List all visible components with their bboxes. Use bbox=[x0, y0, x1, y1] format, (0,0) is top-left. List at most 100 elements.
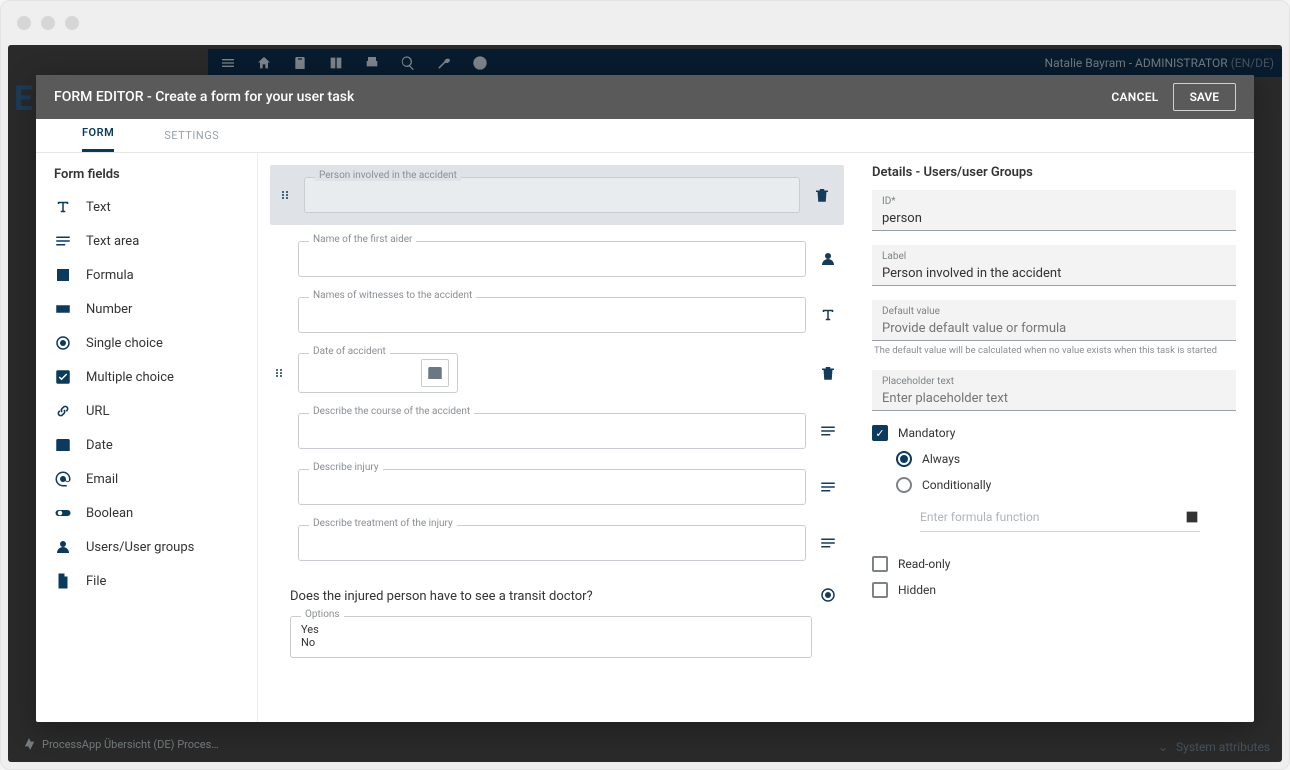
cancel-button[interactable]: CANCEL bbox=[1111, 90, 1158, 104]
palette-multiple-choice[interactable]: Multiple choice bbox=[36, 360, 257, 394]
checkbox-icon bbox=[872, 582, 888, 598]
canvas-field-transit-doctor[interactable]: Does the injured person have to see a tr… bbox=[264, 571, 850, 668]
delete-field-button[interactable] bbox=[814, 364, 842, 382]
field-legend: Person involved in the accident bbox=[315, 170, 461, 181]
details-default-field[interactable]: Default value bbox=[872, 300, 1236, 341]
delete-field-button[interactable] bbox=[808, 186, 836, 204]
palette-text[interactable]: Text bbox=[36, 190, 257, 224]
system-attributes-toggle[interactable]: ⌄System attributes bbox=[1158, 740, 1270, 754]
print-icon[interactable] bbox=[364, 55, 380, 71]
mandatory-always-radio[interactable]: Always bbox=[896, 451, 1236, 467]
statusbar: ProcessApp Übersicht (DE) Proces… bbox=[12, 730, 1278, 758]
field-legend: Describe injury bbox=[309, 462, 383, 473]
field-input[interactable]: Person involved in the accident bbox=[304, 177, 800, 213]
details-panel: Details - Users/user Groups ID* Label De… bbox=[854, 153, 1254, 722]
field-legend: Names of witnesses to the accident bbox=[309, 290, 476, 301]
palette-formula[interactable]: Formula bbox=[36, 258, 257, 292]
breadcrumb: ProcessApp Übersicht (DE) Proces… bbox=[42, 738, 219, 751]
user-role: ADMINISTRATOR bbox=[1135, 56, 1228, 70]
textarea-type-icon bbox=[814, 422, 842, 440]
save-button[interactable]: SAVE bbox=[1173, 83, 1236, 111]
traffic-light-close[interactable] bbox=[17, 16, 31, 30]
field-legend: Describe the course of the accident bbox=[309, 406, 474, 417]
field-date-input[interactable]: Date of accident bbox=[298, 353, 458, 393]
current-user[interactable]: Natalie Bayram - ADMINISTRATOR (EN/DE) bbox=[1045, 56, 1274, 70]
details-label-field[interactable]: Label bbox=[872, 245, 1236, 286]
canvas-field-person[interactable]: Person involved in the accident bbox=[270, 165, 844, 225]
radio-icon bbox=[896, 477, 912, 493]
search-icon[interactable] bbox=[400, 55, 416, 71]
options-box[interactable]: Options Yes No bbox=[290, 616, 812, 658]
placeholder-input[interactable] bbox=[882, 391, 1226, 406]
palette-users[interactable]: Users/User groups bbox=[36, 530, 257, 564]
app-logo: E bbox=[14, 79, 33, 119]
question-label: Does the injured person have to see a tr… bbox=[290, 581, 814, 608]
hidden-checkbox[interactable]: Hidden bbox=[872, 582, 1236, 598]
formula-input[interactable]: Enter formula function bbox=[920, 503, 1200, 532]
placeholder-label: Placeholder text bbox=[882, 376, 1226, 387]
palette-url[interactable]: URL bbox=[36, 394, 257, 428]
user-type-icon bbox=[814, 250, 842, 268]
traffic-light-maximize[interactable] bbox=[65, 16, 79, 30]
default-hint: The default value will be calculated whe… bbox=[872, 345, 1236, 356]
details-placeholder-field[interactable]: Placeholder text bbox=[872, 370, 1236, 411]
single-choice-type-icon bbox=[814, 586, 842, 604]
clipboard-icon[interactable] bbox=[292, 55, 308, 71]
field-palette: Form fields Text Text area Formula Numbe… bbox=[36, 153, 258, 722]
form-canvas: Person involved in the accident Name of … bbox=[258, 153, 854, 722]
book-icon[interactable] bbox=[328, 55, 344, 71]
form-editor-modal: FORM EDITOR - Create a form for your use… bbox=[36, 75, 1254, 722]
field-input[interactable]: Describe treatment of the injury bbox=[298, 525, 806, 561]
home-icon[interactable] bbox=[256, 55, 272, 71]
label-input[interactable] bbox=[882, 266, 1226, 281]
palette-textarea[interactable]: Text area bbox=[36, 224, 257, 258]
canvas-field-date[interactable]: Date of accident bbox=[264, 343, 850, 403]
option-no: No bbox=[301, 636, 801, 649]
text-type-icon bbox=[814, 306, 842, 324]
field-input[interactable]: Name of the first aider bbox=[298, 241, 806, 277]
canvas-field-first-aider[interactable]: Name of the first aider bbox=[264, 231, 850, 287]
field-input[interactable]: Describe the course of the accident bbox=[298, 413, 806, 449]
palette-file[interactable]: File bbox=[36, 564, 257, 598]
canvas-field-treatment[interactable]: Describe treatment of the injury bbox=[264, 515, 850, 571]
palette-date[interactable]: Date bbox=[36, 428, 257, 462]
details-heading: Details - Users/user Groups bbox=[872, 165, 1236, 180]
drag-handle-icon[interactable] bbox=[268, 367, 290, 379]
readonly-checkbox[interactable]: Read-only bbox=[872, 556, 1236, 572]
field-legend: Name of the first aider bbox=[309, 234, 416, 245]
mandatory-conditionally-radio[interactable]: Conditionally bbox=[896, 477, 1236, 493]
id-input[interactable] bbox=[882, 211, 1226, 226]
browser-titlebar bbox=[1, 1, 1289, 45]
tab-form[interactable]: FORM bbox=[82, 126, 114, 152]
tab-settings[interactable]: SETTINGS bbox=[164, 129, 219, 152]
modal-title: FORM EDITOR - Create a form for your use… bbox=[54, 89, 354, 105]
options-legend: Options bbox=[301, 609, 344, 620]
palette-single-choice[interactable]: Single choice bbox=[36, 326, 257, 360]
user-locale: (EN/DE) bbox=[1231, 56, 1274, 70]
canvas-field-injury[interactable]: Describe injury bbox=[264, 459, 850, 515]
palette-email[interactable]: Email bbox=[36, 462, 257, 496]
option-yes: Yes bbox=[301, 623, 801, 636]
palette-heading: Form fields bbox=[36, 167, 257, 190]
canvas-field-course[interactable]: Describe the course of the accident bbox=[264, 403, 850, 459]
formula-picker-icon[interactable] bbox=[1184, 509, 1200, 525]
id-label: ID* bbox=[882, 196, 1226, 207]
drag-handle-icon[interactable] bbox=[274, 189, 296, 201]
mandatory-checkbox[interactable]: Mandatory bbox=[872, 425, 1236, 441]
default-input[interactable] bbox=[882, 321, 1226, 336]
traffic-light-minimize[interactable] bbox=[41, 16, 55, 30]
field-input[interactable]: Names of witnesses to the accident bbox=[298, 297, 806, 333]
canvas-field-witnesses[interactable]: Names of witnesses to the accident bbox=[264, 287, 850, 343]
checkbox-icon bbox=[872, 425, 888, 441]
details-id-field[interactable]: ID* bbox=[872, 190, 1236, 231]
checkbox-icon bbox=[872, 556, 888, 572]
radio-icon bbox=[896, 451, 912, 467]
palette-number[interactable]: Number bbox=[36, 292, 257, 326]
calendar-icon[interactable] bbox=[421, 359, 449, 387]
help-icon[interactable] bbox=[472, 55, 488, 71]
menu-icon[interactable] bbox=[220, 55, 236, 71]
textarea-type-icon bbox=[814, 534, 842, 552]
palette-boolean[interactable]: Boolean bbox=[36, 496, 257, 530]
field-input[interactable]: Describe injury bbox=[298, 469, 806, 505]
wrench-icon[interactable] bbox=[436, 55, 452, 71]
